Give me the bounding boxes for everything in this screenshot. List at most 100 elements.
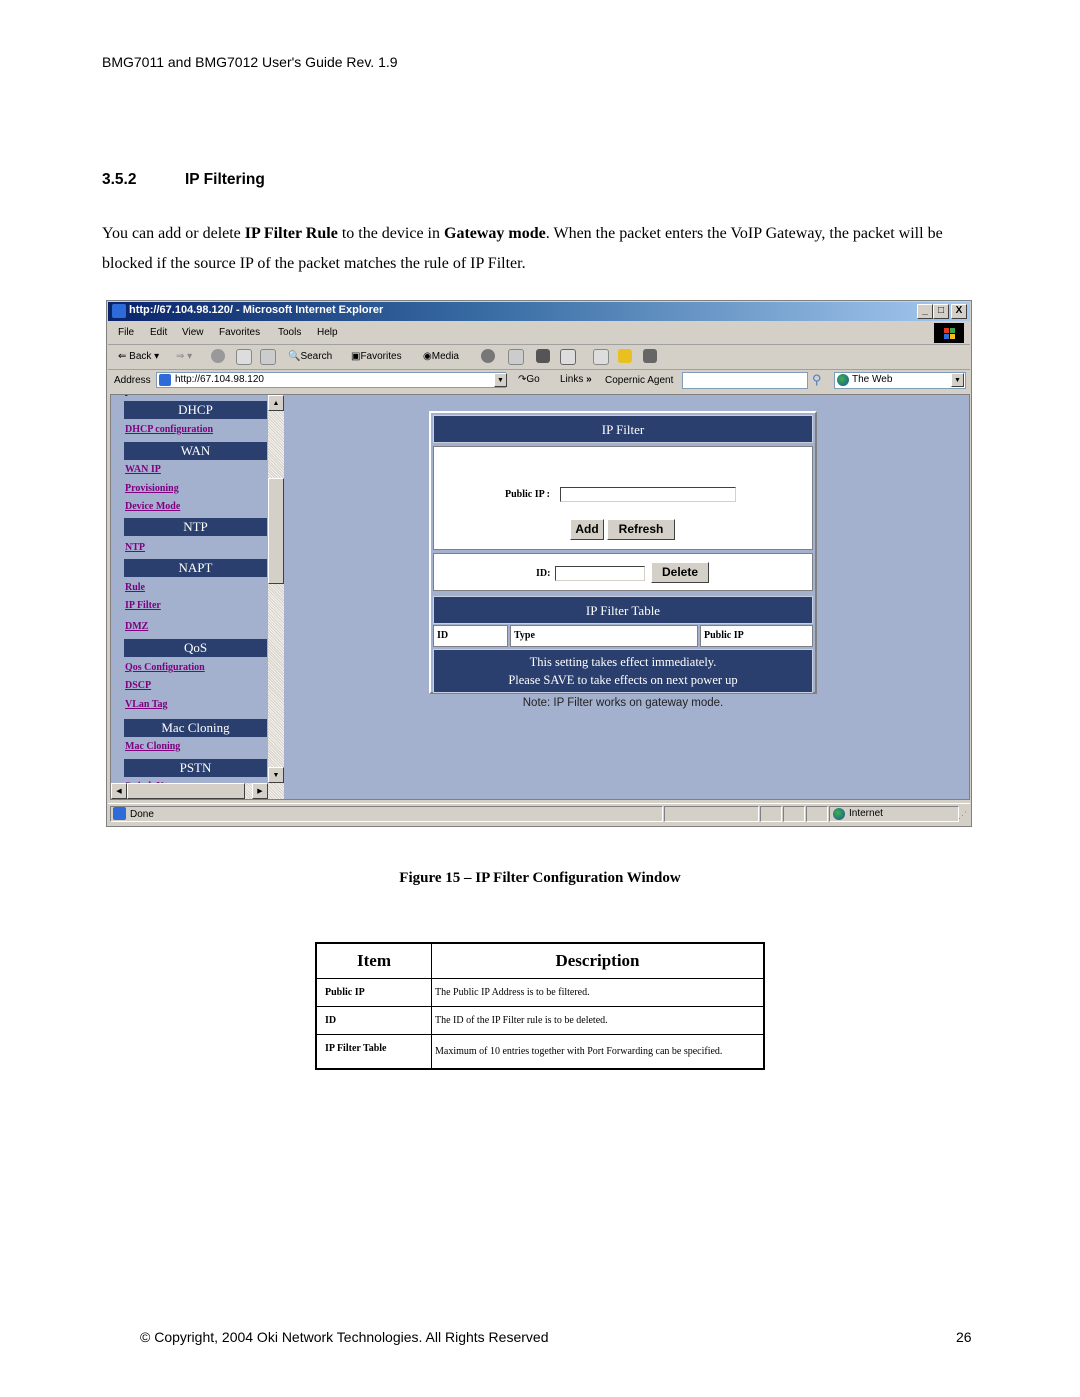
minimize-button[interactable]: _ (917, 304, 933, 319)
nav-heading-qos: QoS (124, 639, 267, 657)
nav-link-mac-cloning[interactable]: Mac Cloning (125, 741, 180, 752)
magnifier-icon[interactable]: ⚲ (812, 372, 822, 388)
edit-word-icon[interactable] (560, 349, 576, 365)
document-header: BMG7011 and BMG7012 User's Guide Rev. 1.… (102, 54, 398, 70)
vertical-scrollbar[interactable]: ▲ ▼ (268, 395, 284, 783)
row-description: The Public IP Address is to be filtered. (431, 978, 765, 1007)
home-icon[interactable] (260, 349, 276, 365)
delete-button[interactable]: Delete (651, 562, 709, 583)
windows-logo-icon (934, 323, 964, 343)
maximize-button[interactable]: □ (933, 304, 949, 319)
messenger-icon[interactable] (618, 349, 632, 363)
table-row: ID The ID of the IP Filter rule is to be… (315, 1006, 765, 1035)
address-input[interactable]: http://67.104.98.120 (156, 372, 506, 388)
refresh-button[interactable]: Refresh (607, 519, 675, 540)
row-description: The ID of the IP Filter rule is to be de… (431, 1006, 765, 1035)
column-header-public-ip: Public IP (700, 625, 813, 647)
public-ip-input[interactable] (560, 487, 736, 502)
row-item: Public IP (315, 978, 432, 1007)
nav-heading-napt: NAPT (124, 559, 267, 577)
nav-link-rule[interactable]: Rule (125, 582, 145, 593)
mail-icon[interactable] (508, 349, 524, 365)
add-button[interactable]: Add (570, 519, 604, 540)
globe-icon (833, 808, 845, 820)
go-label: Go (526, 374, 540, 385)
ip-filter-table-header: ID Type Public IP (433, 625, 813, 647)
history-icon[interactable] (481, 349, 495, 363)
search-icon: 🔍 (288, 351, 301, 362)
copyright-footer: © Copyright, 2004 Oki Network Technologi… (140, 1329, 549, 1345)
address-label: Address (114, 375, 151, 386)
page-icon (159, 374, 171, 386)
nav-link-qos-configuration[interactable]: Qos Configuration (125, 662, 205, 673)
menu-favorites[interactable]: Favorites (219, 327, 260, 338)
links-label: Links (560, 374, 584, 385)
horizontal-scrollbar[interactable]: ◀ ▶ (111, 783, 284, 799)
go-button[interactable]: ↷Go (518, 374, 540, 385)
media-label: Media (431, 351, 459, 362)
scroll-down-button[interactable]: ▼ (268, 767, 284, 783)
back-label: Back (129, 351, 152, 362)
ip-filter-delete-form: ID: Delete (433, 553, 813, 591)
intro-paragraph: You can add or delete IP Filter Rule to … (102, 219, 982, 279)
notice-line-1: This setting takes effect immediately. (529, 655, 717, 669)
vertical-scroll-thumb[interactable] (268, 478, 284, 584)
media-icon: ◉ (423, 351, 432, 362)
scroll-right-button[interactable]: ▶ (252, 783, 268, 799)
nav-link-ntp[interactable]: NTP (125, 542, 145, 553)
nav-link-dscp[interactable]: DSCP (125, 680, 151, 691)
title-bar: http://67.104.98.120/ - Microsoft Intern… (108, 302, 970, 321)
table-header-row: Item Description (315, 942, 765, 979)
ip-filter-panel: IP Filter Public IP : Add Refresh ID: De… (429, 411, 817, 694)
nav-link-partial[interactable] (125, 395, 128, 397)
description-table: Item Description Public IP The Public IP… (315, 942, 765, 1070)
status-bar: Done Internet ⋰ (108, 803, 970, 824)
back-button[interactable]: ⇐ Back ▾ (118, 351, 159, 362)
paragraph-text: to the device in (337, 225, 444, 242)
close-button[interactable]: X (951, 304, 967, 319)
nav-link-provisioning[interactable]: Provisioning (125, 483, 179, 494)
scroll-up-button[interactable]: ▲ (268, 395, 284, 411)
nav-link-ip-filter[interactable]: IP Filter (125, 600, 161, 611)
favorites-label: Favorites (360, 351, 402, 362)
menu-view[interactable]: View (182, 327, 204, 338)
row-item: IP Filter Table (315, 1034, 432, 1070)
status-cell (783, 806, 805, 822)
forward-button[interactable]: ⇒ ▾ (176, 351, 192, 362)
search-scope-select[interactable]: The Web ▼ (834, 372, 966, 389)
notice-line-2: Please SAVE to take effects on next powe… (508, 673, 738, 687)
nav-link-device-mode[interactable]: Device Mode (125, 501, 180, 512)
search-button[interactable]: 🔍Search (288, 351, 332, 362)
scope-dropdown-button[interactable]: ▼ (951, 373, 964, 387)
toolbar: ⇐ Back ▾ ⇒ ▾ 🔍Search ▣Favorites ◉Media (108, 345, 970, 370)
stop-icon[interactable] (211, 349, 225, 363)
id-label: ID: (536, 568, 551, 579)
media-button[interactable]: ◉Media (423, 351, 459, 362)
id-input[interactable] (555, 566, 645, 581)
address-dropdown-button[interactable]: ▼ (494, 373, 507, 387)
nav-link-dhcp-configuration[interactable]: DHCP configuration (125, 424, 213, 435)
menu-tools[interactable]: Tools (278, 327, 301, 338)
print-icon[interactable] (536, 349, 550, 363)
column-header-id: ID (433, 625, 508, 647)
nav-link-wan-ip[interactable]: WAN IP (125, 464, 161, 475)
ip-filter-table-title: IP Filter Table (433, 596, 813, 624)
research-icon[interactable] (643, 349, 657, 363)
nav-heading-ntp: NTP (124, 518, 267, 536)
menu-help[interactable]: Help (317, 327, 338, 338)
refresh-icon[interactable] (236, 349, 252, 365)
column-header-type: Type (510, 625, 698, 647)
discuss-icon[interactable] (593, 349, 609, 365)
scroll-left-button[interactable]: ◀ (111, 783, 127, 799)
horizontal-scroll-thumb[interactable] (127, 783, 245, 799)
links-button[interactable]: Links » (560, 374, 592, 385)
paragraph-bold: IP Filter Rule (244, 225, 338, 242)
copernic-search-input[interactable] (682, 372, 808, 389)
resize-grip-icon[interactable]: ⋰ (958, 810, 967, 821)
nav-link-dmz[interactable]: DMZ (125, 621, 148, 632)
paragraph-text: You can add or delete (102, 225, 245, 242)
menu-edit[interactable]: Edit (150, 327, 167, 338)
nav-link-vlan-tag[interactable]: VLan Tag (125, 699, 168, 710)
favorites-button[interactable]: ▣Favorites (351, 351, 402, 362)
menu-file[interactable]: File (118, 327, 134, 338)
